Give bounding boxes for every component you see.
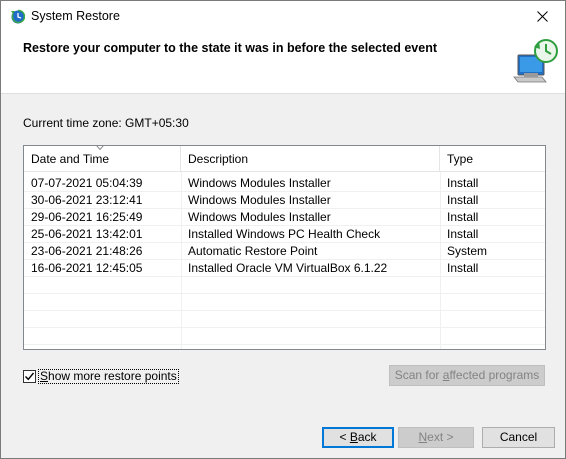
cell-type: Install: [447, 210, 479, 224]
empty-row: [24, 277, 545, 294]
window-title: System Restore: [31, 9, 120, 23]
cell-description: Windows Modules Installer: [188, 193, 331, 207]
checkmark-icon: [25, 372, 35, 380]
table-row[interactable]: 29-06-2021 16:25:49 Windows Modules Insta…: [24, 209, 545, 226]
column-header-date[interactable]: Date and Time: [24, 146, 181, 172]
cell-date: 29-06-2021 16:25:49: [31, 210, 143, 224]
cell-type: Install: [447, 176, 479, 190]
cell-description: Installed Windows PC Health Check: [188, 227, 381, 241]
close-icon: [536, 11, 548, 22]
checkbox-box[interactable]: [23, 369, 36, 383]
empty-row: [24, 328, 545, 345]
system-restore-icon: [9, 8, 26, 24]
dialog-header: Restore your computer to the state it wa…: [1, 32, 565, 94]
scan-affected-programs-button[interactable]: Scan for affected programs: [389, 365, 545, 386]
restore-clock-computer-icon: [512, 37, 560, 85]
list-header: Date and Time Description Type: [24, 146, 545, 172]
column-header-type[interactable]: Type: [440, 146, 545, 172]
header-instruction: Restore your computer to the state it wa…: [23, 41, 437, 55]
cell-description: Automatic Restore Point: [188, 244, 318, 258]
table-row[interactable]: 30-06-2021 23:12:41 Windows Modules Insta…: [24, 192, 545, 209]
title-bar[interactable]: System Restore: [1, 1, 565, 32]
cell-description: Installed Oracle VM VirtualBox 6.1.22: [188, 261, 388, 275]
table-row[interactable]: 25-06-2021 13:42:01 Installed Windows PC …: [24, 226, 545, 243]
column-header-date-label: Date and Time: [31, 152, 110, 166]
empty-row: [24, 311, 545, 328]
cell-type: Install: [447, 193, 479, 207]
next-button[interactable]: Next >: [398, 427, 474, 448]
back-button[interactable]: < Back: [322, 427, 394, 448]
table-row[interactable]: 07-07-2021 05:04:39 Windows Modules Insta…: [24, 175, 545, 192]
restore-points-list[interactable]: Date and Time Description Type 07-07-202…: [23, 145, 546, 350]
column-header-description-label: Description: [188, 152, 249, 166]
cell-description: Windows Modules Installer: [188, 210, 331, 224]
cell-type: System: [447, 244, 488, 258]
timezone-label: Current time zone: GMT+05:30: [23, 116, 189, 130]
close-button[interactable]: [519, 1, 565, 32]
cell-date: 07-07-2021 05:04:39: [31, 176, 143, 190]
cell-description: Windows Modules Installer: [188, 176, 331, 190]
cell-date: 16-06-2021 12:45:05: [31, 261, 143, 275]
show-more-restore-points-checkbox[interactable]: Show more restore points: [23, 368, 179, 384]
cell-type: Install: [447, 261, 479, 275]
footer-separator: [1, 409, 565, 410]
table-row[interactable]: 23-06-2021 21:48:26 Automatic Restore Poi…: [24, 243, 545, 260]
column-header-type-label: Type: [447, 152, 474, 166]
cell-type: Install: [447, 227, 479, 241]
show-more-label: Show more restore points: [38, 368, 179, 384]
cell-date: 25-06-2021 13:42:01: [31, 227, 143, 241]
cancel-button[interactable]: Cancel: [482, 427, 555, 448]
system-restore-window: System Restore Restore your computer to …: [0, 0, 566, 459]
empty-row: [24, 294, 545, 311]
cell-date: 23-06-2021 21:48:26: [31, 244, 143, 258]
cell-date: 30-06-2021 23:12:41: [31, 193, 143, 207]
column-header-description[interactable]: Description: [181, 146, 440, 172]
sort-descending-icon: [96, 146, 104, 151]
table-row[interactable]: 16-06-2021 12:45:05 Installed Oracle VM V…: [24, 260, 545, 277]
